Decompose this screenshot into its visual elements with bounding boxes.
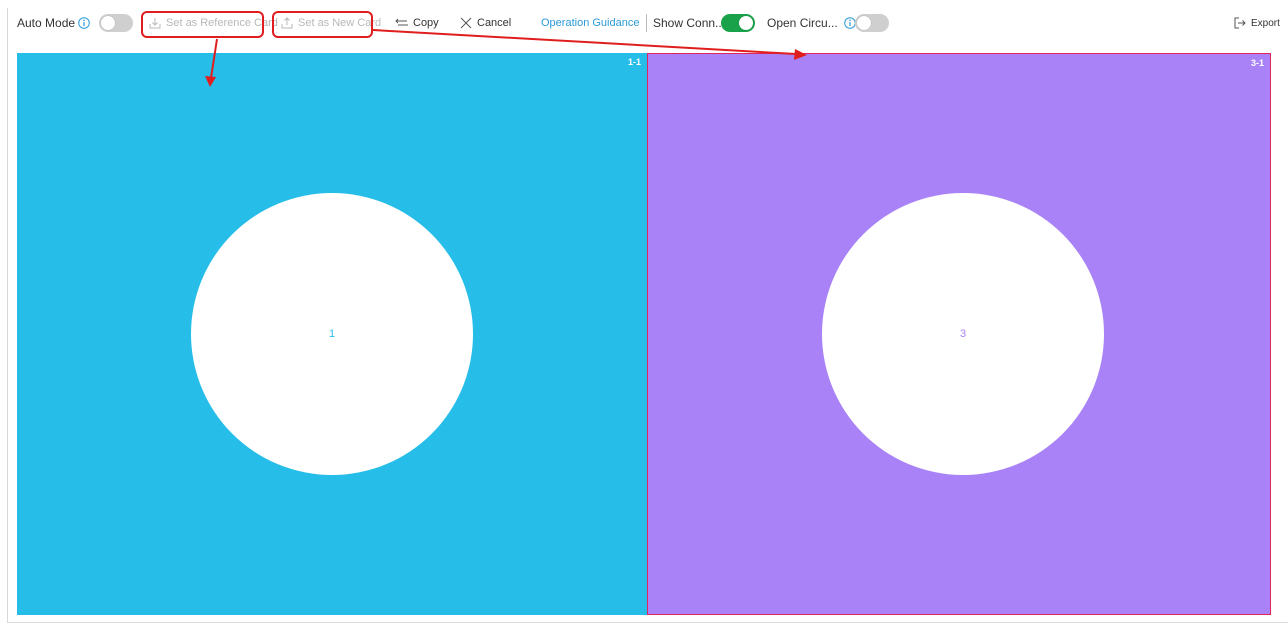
auto-mode-label-group: Auto Mode: [17, 12, 90, 34]
show-connections-label-group: Show Conn...: [653, 12, 725, 34]
export-icon: [1233, 16, 1247, 30]
canvas-frame-bottom: [7, 622, 1288, 623]
auto-mode-label: Auto Mode: [17, 16, 76, 30]
toolbar: Auto Mode Set as Reference Card Set as N…: [0, 0, 1288, 48]
card-circle: 1: [191, 193, 473, 475]
card-tag: 3-1: [1250, 58, 1264, 68]
info-icon[interactable]: [78, 17, 90, 29]
annotation-highlight-reference: [141, 11, 264, 38]
close-icon: [459, 16, 473, 30]
open-circuit-toggle[interactable]: [855, 14, 889, 32]
card-number: 3: [959, 328, 967, 340]
open-circuit-label: Open Circu...: [767, 16, 838, 30]
toolbar-divider: [646, 14, 647, 32]
copy-icon: [395, 16, 409, 30]
operation-guidance-link[interactable]: Operation Guidance: [541, 12, 639, 34]
annotation-highlight-new: [272, 11, 373, 38]
card-tag: 1-1: [627, 57, 641, 67]
cancel-label: Cancel: [477, 17, 512, 29]
card-1[interactable]: 1-1 1: [17, 53, 647, 615]
cancel-button[interactable]: Cancel: [459, 12, 511, 34]
card-3[interactable]: 3-1 3: [647, 53, 1271, 615]
export-button[interactable]: Export: [1233, 12, 1280, 34]
copy-label: Copy: [413, 17, 439, 29]
canvas-frame-left: [7, 8, 8, 623]
export-label: Export: [1251, 17, 1280, 29]
card-circle: 3: [822, 193, 1104, 475]
show-connections-label: Show Conn...: [653, 16, 726, 30]
info-icon[interactable]: [843, 17, 856, 29]
show-connections-toggle[interactable]: [721, 14, 755, 32]
operation-guidance-label: Operation Guidance: [541, 17, 640, 29]
card-number: 1: [328, 328, 336, 340]
open-circuit-label-group: Open Circu...: [767, 12, 856, 34]
auto-mode-toggle[interactable]: [99, 14, 133, 32]
copy-button[interactable]: Copy: [395, 12, 439, 34]
